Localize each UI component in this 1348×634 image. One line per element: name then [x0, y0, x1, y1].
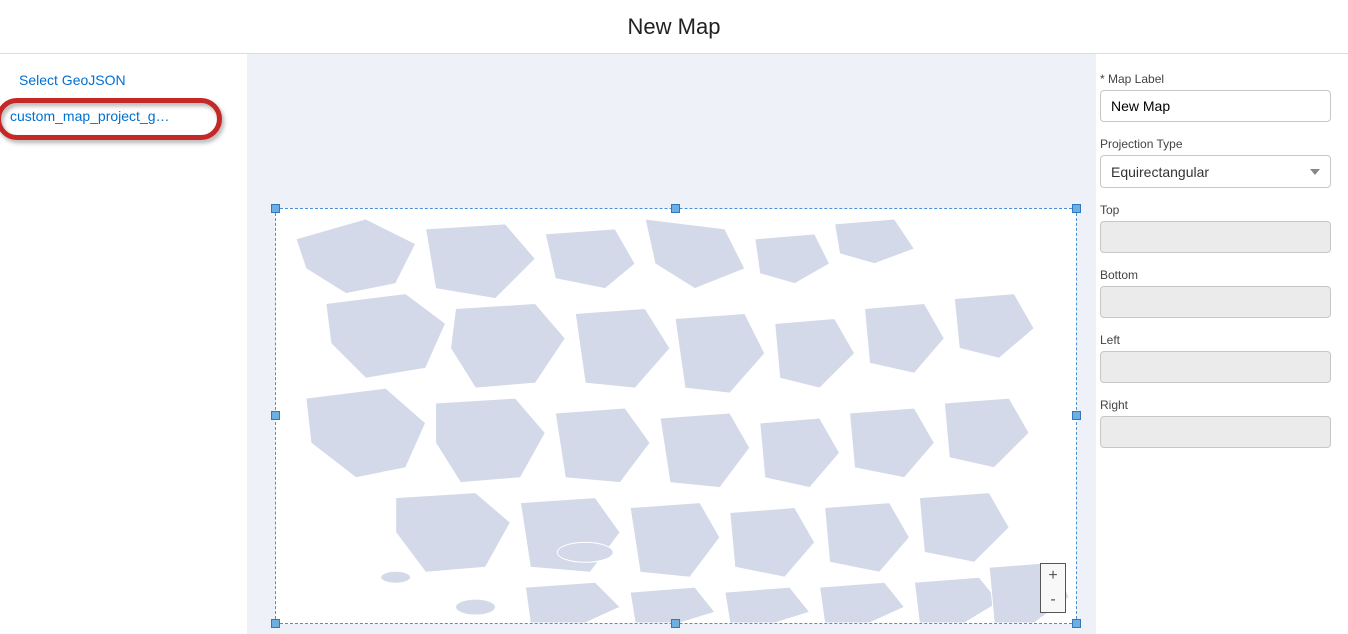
resize-handle-ne[interactable] [1072, 204, 1081, 213]
resize-handle-n[interactable] [671, 204, 680, 213]
left-input[interactable] [1100, 351, 1331, 383]
map-frame[interactable]: + - [275, 208, 1077, 624]
right-label: Right [1100, 398, 1336, 412]
main: Select GeoJSON custom_map_project_geoj..… [0, 54, 1348, 634]
map-label-input[interactable] [1100, 90, 1331, 122]
header: New Map [0, 0, 1348, 54]
map-label-label: * Map Label [1100, 72, 1336, 86]
geojson-item[interactable]: custom_map_project_geoj... [0, 100, 180, 132]
top-input[interactable] [1100, 221, 1331, 253]
bottom-label: Bottom [1100, 268, 1336, 282]
page-title: New Map [628, 14, 721, 40]
properties-panel: * Map Label Projection Type Equirectangu… [1096, 54, 1348, 634]
resize-handle-e[interactable] [1072, 411, 1081, 420]
left-label: Left [1100, 333, 1336, 347]
resize-handle-sw[interactable] [271, 619, 280, 628]
zoom-in-button[interactable]: + [1041, 564, 1065, 588]
resize-handle-se[interactable] [1072, 619, 1081, 628]
geojson-item-wrap: custom_map_project_geoj... [0, 100, 247, 140]
map-preview [276, 209, 1076, 623]
right-input[interactable] [1100, 416, 1331, 448]
zoom-out-button[interactable]: - [1041, 588, 1065, 612]
projection-type-label: Projection Type [1100, 137, 1336, 151]
chevron-down-icon [1310, 169, 1320, 175]
select-geojson-label: Select GeoJSON [0, 72, 247, 88]
resize-handle-w[interactable] [271, 411, 280, 420]
bottom-input[interactable] [1100, 286, 1331, 318]
zoom-control: + - [1040, 563, 1066, 613]
resize-handle-nw[interactable] [271, 204, 280, 213]
sidebar: Select GeoJSON custom_map_project_geoj..… [0, 54, 247, 634]
resize-handle-s[interactable] [671, 619, 680, 628]
projection-type-select[interactable]: Equirectangular [1100, 155, 1331, 188]
projection-type-value: Equirectangular [1111, 164, 1209, 180]
top-label: Top [1100, 203, 1336, 217]
map-canvas[interactable]: + - [247, 54, 1096, 634]
